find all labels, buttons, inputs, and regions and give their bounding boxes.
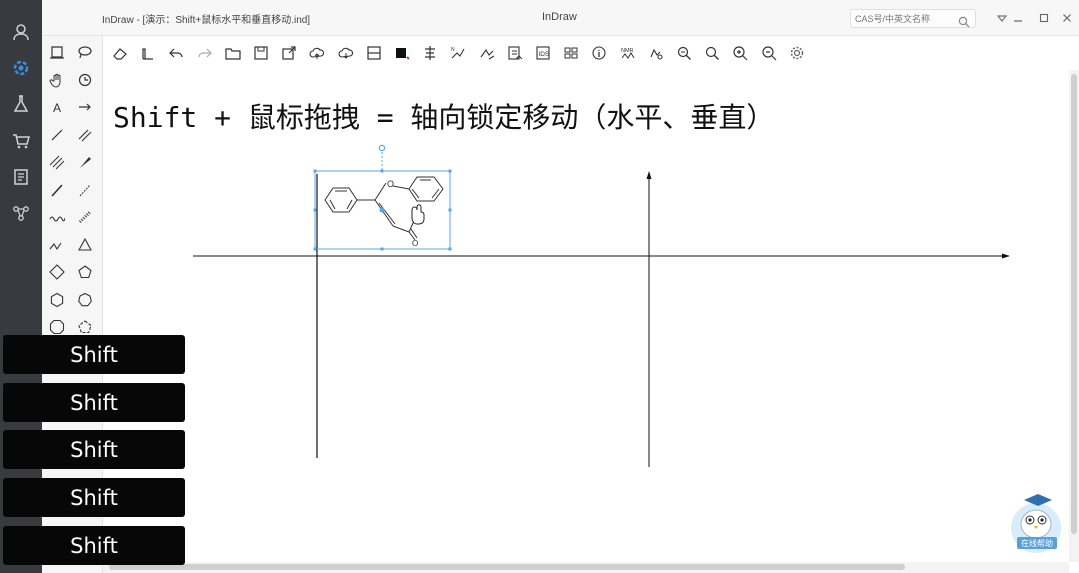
help-mascot[interactable]: 在线帮助 xyxy=(1008,492,1064,554)
open-folder-icon[interactable] xyxy=(222,42,244,64)
wedge-bond-icon[interactable] xyxy=(73,178,97,202)
online-help-label[interactable]: 在线帮助 xyxy=(1017,537,1057,549)
vertical-axis-arrow xyxy=(646,171,652,467)
hash-bond-icon[interactable] xyxy=(73,205,97,229)
lasso-icon[interactable] xyxy=(73,40,97,64)
triangle-ring-icon[interactable] xyxy=(73,233,97,257)
structure-to-name-icon[interactable] xyxy=(476,42,498,64)
indraw-window: InDraw - [演示：Shift+鼠标水平和垂直移动.ind] InDraw… xyxy=(0,0,1079,573)
search-icon[interactable] xyxy=(958,13,970,32)
notes-icon[interactable] xyxy=(7,163,35,191)
horizontal-scroll-thumb[interactable] xyxy=(109,564,905,570)
cart-icon[interactable] xyxy=(7,127,35,155)
chain-icon[interactable] xyxy=(45,233,69,257)
double-bond-icon[interactable] xyxy=(73,123,97,147)
key-badge: Shift xyxy=(3,478,185,517)
carbonyl-oxygen-label: O xyxy=(412,239,418,248)
toolbar: N IDS NMR xyxy=(103,36,1079,70)
wavy-bond-icon[interactable] xyxy=(45,205,69,229)
color-square-icon[interactable] xyxy=(391,42,413,64)
info-icon[interactable]: NMR xyxy=(617,42,639,64)
vertical-scrollbar[interactable] xyxy=(1069,70,1079,562)
svg-text:N: N xyxy=(451,47,455,53)
canvas-scene: O O xyxy=(193,144,1010,467)
drawing-canvas[interactable]: Shift + 鼠标拖拽 = 轴向锁定移动（水平、垂直） O O xyxy=(103,70,1069,562)
title-bar: InDraw - [演示：Shift+鼠标水平和垂直移动.ind] InDraw xyxy=(42,0,1079,36)
zoom-fit-icon[interactable] xyxy=(701,42,723,64)
check-icon[interactable] xyxy=(504,42,526,64)
clean-icon[interactable] xyxy=(137,42,159,64)
hand-pan-icon[interactable] xyxy=(45,68,69,92)
svg-text:NMR: NMR xyxy=(621,48,634,54)
cas-search-input[interactable] xyxy=(855,12,955,25)
plain-bond-icon[interactable] xyxy=(45,178,69,202)
svg-text:A: A xyxy=(53,101,61,115)
single-bond-icon[interactable] xyxy=(45,123,69,147)
drag-anchor[interactable] xyxy=(379,207,385,213)
text-A-icon[interactable]: A xyxy=(45,95,69,119)
close-icon[interactable] xyxy=(1058,9,1076,27)
gear-cycle-icon[interactable] xyxy=(7,54,35,82)
redo-icon[interactable] xyxy=(194,42,216,64)
key-badge: Shift xyxy=(3,526,185,565)
ids-icon[interactable] xyxy=(560,42,582,64)
settings-icon[interactable] xyxy=(786,42,808,64)
split-icon[interactable] xyxy=(363,42,385,64)
horizontal-axis-arrow xyxy=(193,253,1010,259)
ring-oxygen-label: O xyxy=(387,179,394,189)
flask-icon[interactable] xyxy=(7,90,35,118)
molecule-network-icon[interactable] xyxy=(7,199,35,227)
zoom-in-icon[interactable] xyxy=(729,42,751,64)
cloud-down-icon[interactable] xyxy=(335,42,357,64)
arrow-right-icon[interactable] xyxy=(73,95,97,119)
document-title: InDraw - [演示：Shift+鼠标水平和垂直移动.ind] xyxy=(102,15,311,26)
cloud-up-icon[interactable] xyxy=(306,42,328,64)
save-icon[interactable] xyxy=(250,42,272,64)
cas-search-box[interactable] xyxy=(850,9,976,28)
key-badge: Shift xyxy=(3,383,185,422)
app-title: InDraw xyxy=(542,11,577,23)
zoom-out-icon[interactable] xyxy=(758,42,780,64)
align-icon[interactable] xyxy=(419,42,441,64)
select-rect-icon[interactable] xyxy=(45,40,69,64)
nmr-icon[interactable] xyxy=(645,42,667,64)
chem-search-icon[interactable] xyxy=(673,42,695,64)
horizontal-scrollbar[interactable] xyxy=(103,562,1069,573)
pentagon-ring-icon[interactable] xyxy=(73,260,97,284)
hexagon-ring-icon[interactable] xyxy=(45,288,69,312)
user-icon[interactable] xyxy=(7,18,35,46)
export-icon[interactable] xyxy=(278,42,300,64)
triple-bond-icon[interactable] xyxy=(45,150,69,174)
hand-cursor-icon xyxy=(411,204,425,225)
key-badge: Shift xyxy=(3,335,185,374)
maximize-icon[interactable] xyxy=(1035,9,1053,27)
grid-icon[interactable] xyxy=(588,42,610,64)
vertical-scroll-thumb[interactable] xyxy=(1071,74,1077,534)
name-to-structure-icon[interactable]: N xyxy=(447,42,469,64)
heptagon-ring-icon[interactable] xyxy=(73,288,97,312)
eraser-icon[interactable] xyxy=(109,42,131,64)
undo-icon[interactable] xyxy=(165,42,187,64)
minimize-icon[interactable] xyxy=(1009,9,1027,27)
square-ring-icon[interactable] xyxy=(45,260,69,284)
key-badge: Shift xyxy=(3,430,185,469)
bold-wedge-icon[interactable] xyxy=(73,150,97,174)
rotate-icon[interactable] xyxy=(73,68,97,92)
svg-text:IDS: IDS xyxy=(538,51,550,58)
template-icon[interactable]: IDS xyxy=(532,42,554,64)
